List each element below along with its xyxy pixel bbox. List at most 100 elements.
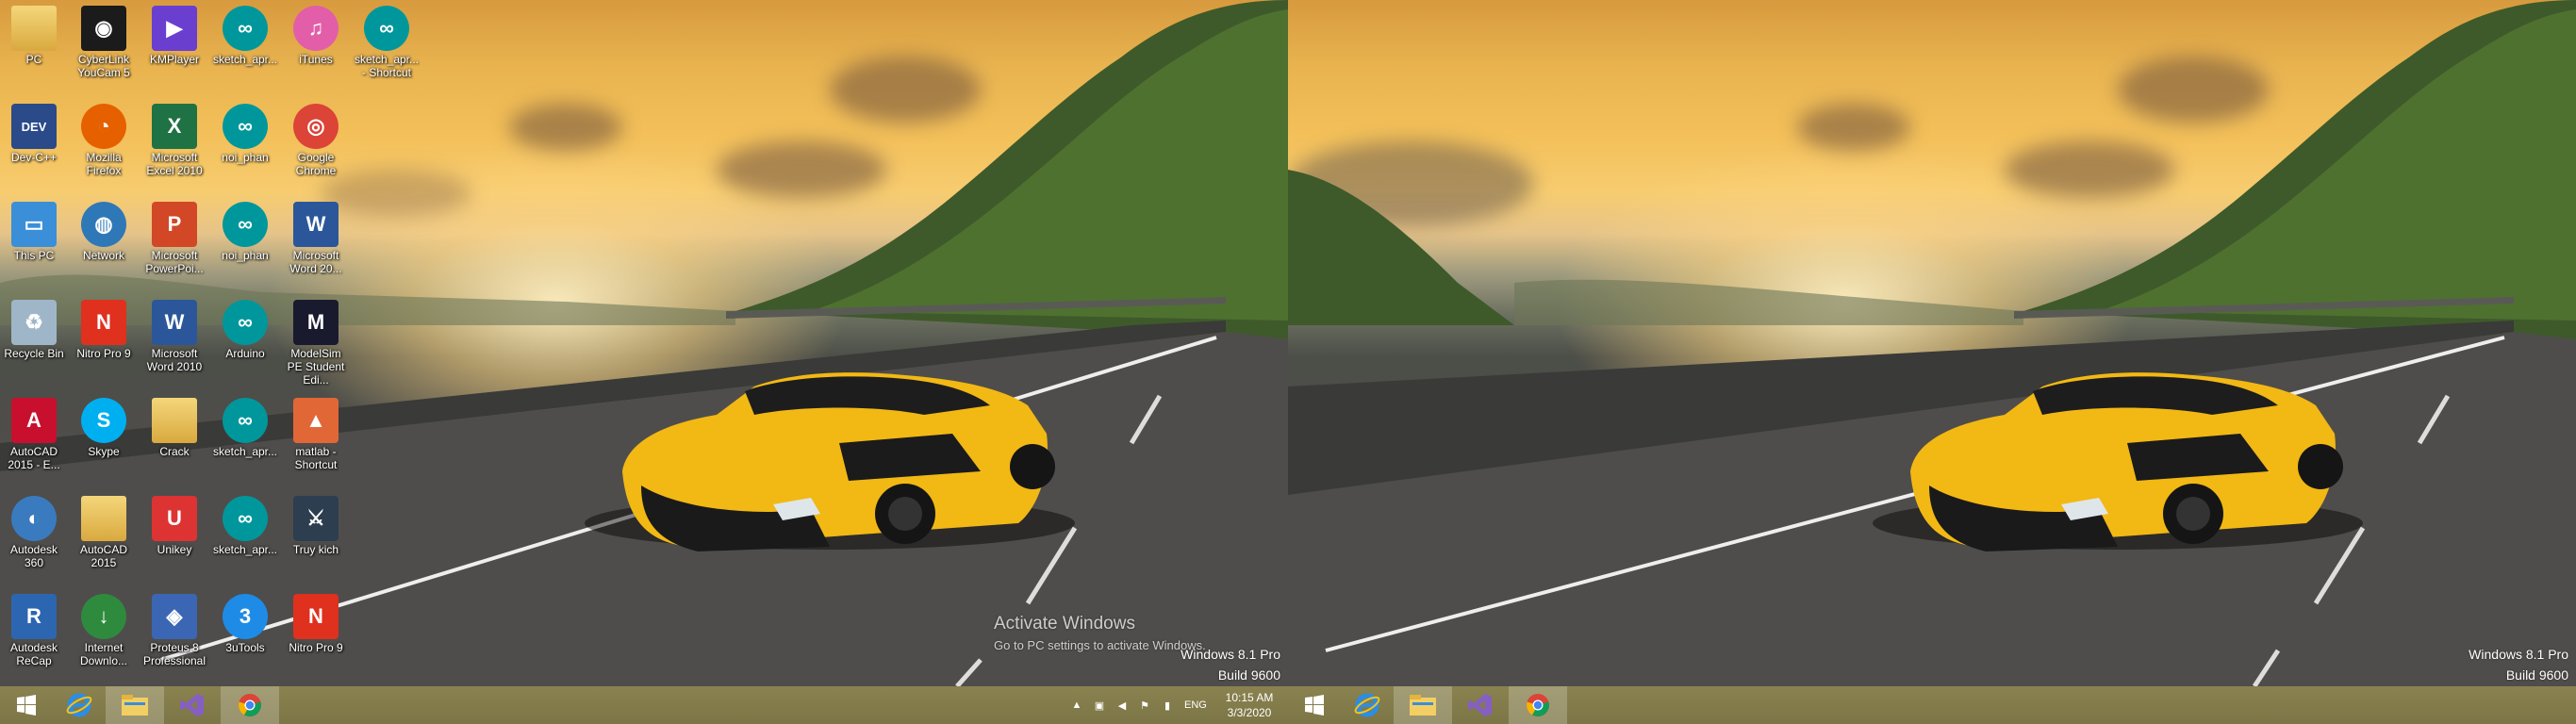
desktop-icon-label: Mozilla Firefox (86, 151, 122, 177)
desktop-icon[interactable]: A AutoCAD 2015 - E... (0, 396, 68, 490)
windows-edition: Windows 8.1 Pro (1181, 647, 1280, 662)
desktop-icon[interactable]: ∞ sketch_apr... (211, 396, 279, 490)
desktop-icon[interactable]: ♻ Recycle Bin (0, 298, 68, 392)
desktop-icon-label: noi_phan (222, 151, 269, 164)
desktop-icon[interactable]: ∞ Arduino (211, 298, 279, 392)
desktop-icon[interactable]: ◎ Google Chrome (282, 102, 350, 196)
desktop-icon[interactable]: N Nitro Pro 9 (282, 592, 350, 686)
chrome-icon (1527, 694, 1549, 716)
internet-explorer-icon (1354, 693, 1380, 717)
desktop-icon[interactable]: ↓ Internet Downlo... (70, 592, 138, 686)
desktop-icon[interactable]: P Microsoft PowerPoi... (140, 200, 208, 294)
desktop-icon[interactable]: 3 3uTools (211, 592, 279, 686)
taskbar-chrome-right[interactable] (1509, 686, 1567, 724)
desktop-icon[interactable]: W Microsoft Word 20... (282, 200, 350, 294)
autocad-icon: A (11, 398, 57, 443)
taskbar-visual-studio-right[interactable] (1454, 686, 1507, 724)
desktop-icon-label: This PC (13, 249, 55, 262)
internet-explorer-icon (66, 693, 92, 717)
desktop-icon-label: matlab - Shortcut (294, 445, 338, 471)
clock-date: 3/3/2020 (1227, 706, 1272, 719)
desktop-icon[interactable]: ◐ Autodesk 360 (0, 494, 68, 588)
left-monitor: PC ◉ CyberLink YouCam 5 ▶ KMPlayer ∞ sketch_ap… (0, 0, 1288, 724)
taskbar-file-explorer[interactable] (106, 686, 164, 724)
arduino-icon: ∞ (223, 300, 268, 345)
taskbar-internet-explorer-right[interactable] (1341, 686, 1394, 724)
desktop-icon[interactable]: ◈ Proteus 8 Professional (140, 592, 208, 686)
desktop-icon-label: sketch_apr... (212, 445, 278, 458)
desktop-icon-label: Truy kich (292, 543, 339, 556)
taskbar-visual-studio[interactable] (166, 686, 219, 724)
start-icon (1305, 695, 1324, 716)
desktop-icon-label: Recycle Bin (4, 347, 64, 360)
chrome-icon: ◎ (293, 104, 339, 149)
desktop-icon[interactable]: ∞ sketch_apr... (211, 494, 279, 588)
chrome-icon (239, 694, 261, 716)
desktop-icon[interactable]: X Microsoft Excel 2010 (140, 102, 208, 196)
devcpp-icon: DEV (11, 104, 57, 149)
nitro-icon: N (293, 594, 339, 639)
desktop-icon[interactable]: AutoCAD 2015 (70, 494, 138, 588)
folder-autocad-icon (81, 496, 126, 541)
desktop-wallpaper-right (1288, 0, 2576, 686)
desktop-icon[interactable]: ∞ sketch_apr... (211, 4, 279, 98)
desktop-icon[interactable]: ♫ iTunes (282, 4, 350, 98)
desktop-icon-label: sketch_apr... (212, 53, 278, 66)
desktop-icon[interactable]: DEV Dev-C++ (0, 102, 68, 196)
desktop-icon-label: Microsoft Word 20... (289, 249, 342, 275)
nitro-icon: N (81, 300, 126, 345)
start-button[interactable] (0, 686, 53, 724)
desktop-icon[interactable]: ∞ noi_phan (211, 102, 279, 196)
desktop-icon-label: Arduino (225, 347, 265, 360)
device-icon[interactable]: ▣ (1093, 699, 1106, 712)
desktop-icon[interactable]: ▭ This PC (0, 200, 68, 294)
desktop-icon-label: sketch_apr... - Shortcut (354, 53, 420, 79)
desktop-icon[interactable]: S Skype (70, 396, 138, 490)
network-signal-icon[interactable]: ▮ (1161, 699, 1174, 712)
desktop-icon[interactable]: M ModelSim PE Student Edi... (282, 298, 350, 392)
desktop-icon-label: Dev-C++ (10, 151, 58, 164)
visual-studio-icon (1468, 694, 1492, 716)
taskbar-file-explorer-right[interactable] (1394, 686, 1452, 724)
desktop-icon[interactable]: ∞ noi_phan (211, 200, 279, 294)
arduino-file-icon: ∞ (223, 104, 268, 149)
desktop-icon[interactable]: ▶ KMPlayer (140, 4, 208, 98)
language-indicator[interactable]: ENG (1184, 699, 1207, 711)
idm-icon: ↓ (81, 594, 126, 639)
desktop-icon-label: AutoCAD 2015 - E... (8, 445, 60, 471)
desktop-icon[interactable]: R Autodesk ReCap (0, 592, 68, 686)
visual-studio-icon (180, 694, 204, 716)
volume-icon[interactable]: ◀ (1115, 699, 1129, 712)
desktop-icon[interactable]: ◉ CyberLink YouCam 5 (70, 4, 138, 98)
file-explorer-icon (122, 695, 148, 716)
arduino-icon: ∞ (223, 202, 268, 247)
desktop-icon[interactable]: ◍ Network (70, 200, 138, 294)
desktop-icon[interactable]: ▲ matlab - Shortcut (282, 396, 350, 490)
windows-edition-right: Windows 8.1 Pro (2469, 647, 2568, 662)
desktop-icon[interactable]: PC (0, 4, 68, 98)
desktop-icon[interactable]: Crack (140, 396, 208, 490)
desktop-icon-label: Internet Downlo... (79, 641, 128, 667)
taskbar-internet-explorer[interactable] (53, 686, 106, 724)
desktop-icon[interactable]: U Unikey (140, 494, 208, 588)
start-button-right[interactable] (1288, 686, 1341, 724)
skype-icon: S (81, 398, 126, 443)
taskbar: ▲ ▣ ◀ ⚑ ▮ ENG 10:15 AM 3/3/2020 (0, 686, 1288, 724)
desktop-icon-label: Nitro Pro 9 (289, 641, 343, 654)
desktop-icon[interactable]: N Nitro Pro 9 (70, 298, 138, 392)
desktop-icon-label: iTunes (299, 53, 333, 66)
action-center-flag-icon[interactable]: ⚑ (1138, 699, 1151, 712)
right-monitor: Windows 8.1 Pro Build 9600 (1288, 0, 2576, 724)
show-hidden-icons-icon[interactable]: ▲ (1070, 699, 1083, 712)
excel-icon: X (152, 104, 197, 149)
desktop-icon[interactable]: ⚔ Truy kich (282, 494, 350, 588)
taskbar-chrome[interactable] (221, 686, 279, 724)
desktop-icon[interactable]: ◔ Mozilla Firefox (70, 102, 138, 196)
clock[interactable]: 10:15 AM 3/3/2020 (1216, 690, 1282, 720)
arduino-file-icon: ∞ (364, 6, 409, 51)
itunes-icon: ♫ (293, 6, 339, 51)
desktop-icon[interactable]: ∞ sketch_apr... - Shortcut (353, 4, 421, 98)
webcam-icon: ◉ (81, 6, 126, 51)
arduino-file-icon: ∞ (223, 6, 268, 51)
desktop-icon[interactable]: W Microsoft Word 2010 (140, 298, 208, 392)
